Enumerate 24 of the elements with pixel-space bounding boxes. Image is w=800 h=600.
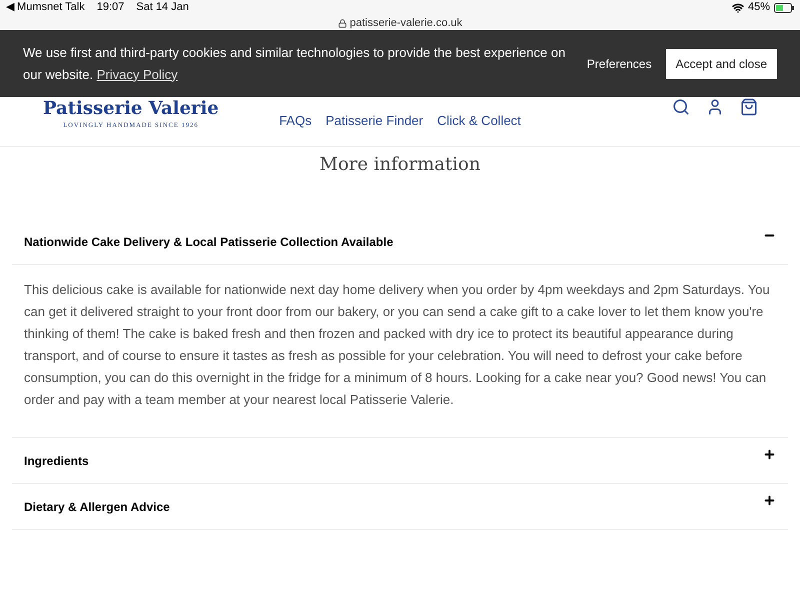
nav-link[interactable]: FAQs [279, 110, 312, 130]
address-bar-url[interactable]: patisserie-valerie.co.uk [350, 15, 462, 32]
status-date: Sat 14 Jan [136, 0, 189, 16]
logo[interactable]: Patisserie Valerie [43, 97, 219, 121]
account-icon[interactable] [706, 98, 724, 116]
accordion-header[interactable]: Dietary & Allergen Advice [12, 484, 788, 529]
section-title: More information [318, 153, 482, 177]
nav-link[interactable]: Click & Collect [437, 110, 521, 130]
nav-link[interactable]: Patisserie Finder [326, 110, 424, 130]
bag-icon[interactable] [740, 98, 758, 116]
lock-icon [338, 18, 347, 28]
accordion-body: This delicious cake is available for nationwide next day home delivery when you order by 4pm weekdays and 2pm Saturdays. You can get it delivered straight to your front door from our bakery, or you can send a cake gift to a cake lover to let them know you're thinking of them! The cake is baked fresh and then frozen and packed with dry ice to protect its beautiful appearance during transport, and of course to ensure it tastes as fresh as possible for your celebration. You will need to defrost your cake before consumption, you can do this overnight in the fridge for a minimum of 8 hours. Looking for a cake near you? Good news! You can order and pay with a team member at your nearest local Patisserie Valerie. [24, 281, 771, 409]
cookie-message: We use first and third-party cookies and similar technologies to provide the best experience on our website. Privacy Policy [23, 44, 566, 84]
privacy-policy-link[interactable]: Privacy Policy [96, 66, 178, 82]
wifi-icon [732, 2, 744, 14]
back-link[interactable]: ◀ Mumsnet Talk [6, 0, 85, 16]
battery-icon [774, 2, 794, 12]
battery-percent: 45% [748, 0, 770, 16]
search-icon[interactable] [672, 98, 690, 116]
preferences-button[interactable]: Preferences [586, 54, 652, 72]
accordion-header[interactable]: Ingredients [12, 438, 788, 483]
accept-button[interactable]: Accept and close [666, 48, 777, 78]
accordion-header[interactable]: Nationwide Cake Delivery & Local Patisserie Collection Available [12, 219, 788, 264]
status-time: 19:07 [96, 0, 124, 16]
